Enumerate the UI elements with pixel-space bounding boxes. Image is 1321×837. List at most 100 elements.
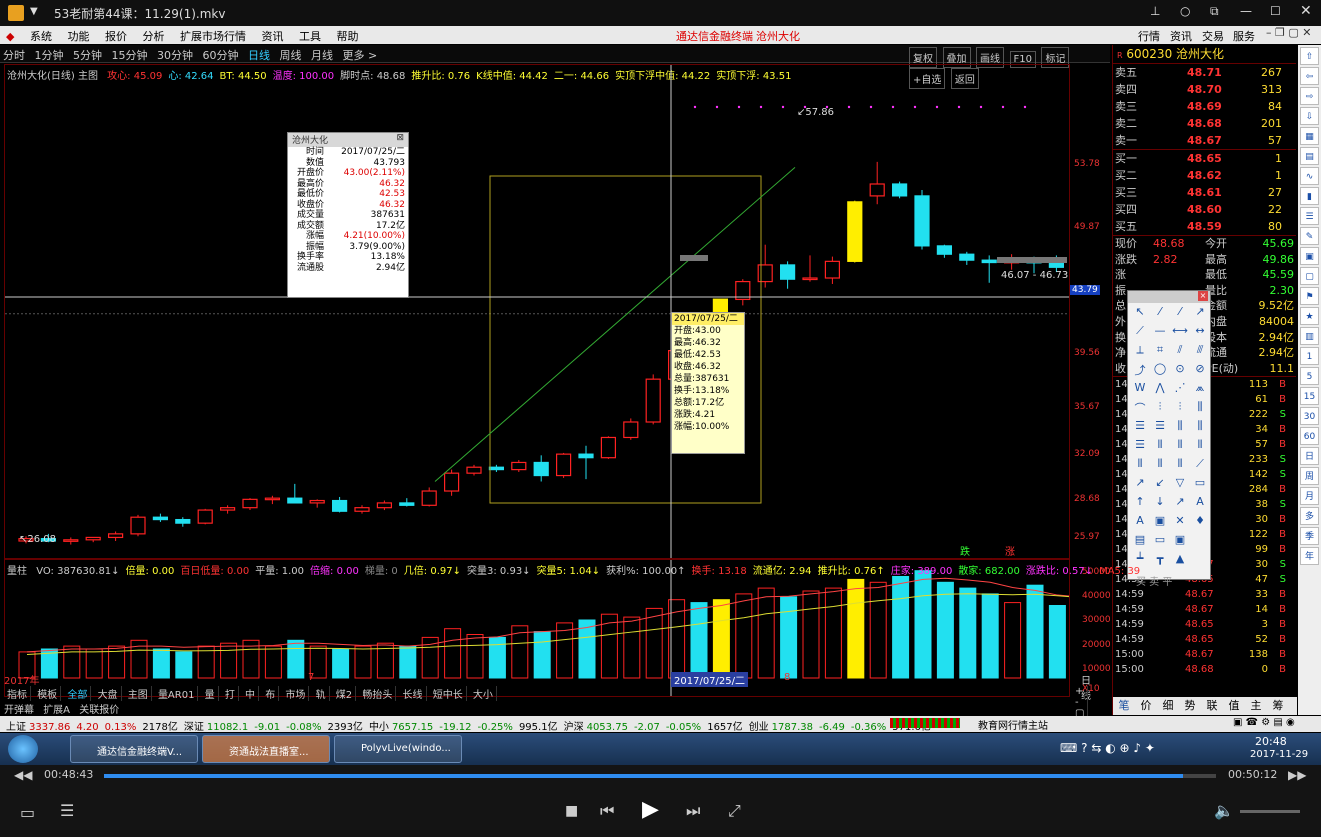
- close-icon[interactable]: ⊠: [396, 133, 404, 143]
- drawing-tool-icon[interactable]: ▣: [1150, 514, 1170, 533]
- arrow-left-icon[interactable]: ⇦: [1300, 67, 1319, 85]
- drawing-tool-icon[interactable]: ⦀: [1170, 438, 1190, 457]
- volume-bar[interactable]: [623, 616, 641, 679]
- tab-volar[interactable]: 量AR01: [155, 686, 199, 701]
- volume-bar[interactable]: [645, 607, 663, 679]
- arrow-right-icon[interactable]: ⇨: [1300, 87, 1319, 105]
- bar-icon[interactable]: ▮: [1300, 187, 1319, 205]
- tab-market[interactable]: 大盘: [95, 686, 122, 701]
- drawing-tool-icon[interactable]: ♦: [1190, 514, 1210, 533]
- drawing-tool-icon[interactable]: ⤴: [1130, 362, 1150, 381]
- tab-service[interactable]: 服务: [1233, 28, 1255, 44]
- candle[interactable]: [914, 189, 930, 250]
- tab-daxiao[interactable]: 大小: [470, 686, 497, 701]
- menu-item[interactable]: 系统: [24, 26, 58, 46]
- menu-item[interactable]: 扩展市场行情: [174, 26, 252, 46]
- drawing-tool-icon[interactable]: ⫽: [1170, 343, 1190, 362]
- drawing-tool-icon[interactable]: ▭: [1150, 533, 1170, 552]
- tab-shi[interactable]: 势: [1179, 697, 1201, 713]
- drawing-tool-icon[interactable]: [1190, 533, 1210, 552]
- candle[interactable]: [376, 500, 392, 511]
- period-30-button[interactable]: 30: [1300, 407, 1319, 425]
- menu-item[interactable]: 报价: [99, 26, 133, 46]
- order-book-row[interactable]: 卖四 48.70 313: [1113, 81, 1296, 98]
- candle[interactable]: [152, 513, 168, 522]
- volume-bar[interactable]: [959, 587, 977, 679]
- drawing-tool-icon[interactable]: ▤: [1130, 533, 1150, 552]
- candle[interactable]: [197, 508, 213, 525]
- period-60min[interactable]: 60分钟: [200, 45, 242, 65]
- candle[interactable]: [130, 514, 146, 537]
- period-30min[interactable]: 30分钟: [154, 45, 196, 65]
- drawing-tool-icon[interactable]: A: [1130, 514, 1150, 533]
- candle[interactable]: [757, 244, 773, 288]
- forward-icon[interactable]: ▶▶: [1288, 768, 1306, 782]
- tab-zhong[interactable]: 中: [242, 686, 260, 701]
- period-week-button[interactable]: 周: [1300, 467, 1319, 485]
- candle[interactable]: [533, 455, 549, 482]
- volume-bar[interactable]: [892, 576, 910, 679]
- period-month-button[interactable]: 月: [1300, 487, 1319, 505]
- tab-template[interactable]: 模板: [34, 686, 62, 701]
- window-controls[interactable]: – ❐ ▢ ✕: [1266, 26, 1311, 39]
- order-book-row[interactable]: 卖五 48.71 267: [1113, 64, 1296, 81]
- arrow-down-icon[interactable]: ⇩: [1300, 107, 1319, 125]
- pin-icon[interactable]: ⊥: [1150, 4, 1160, 18]
- drawing-tool-icon[interactable]: ⫶: [1150, 400, 1170, 419]
- volume-bar[interactable]: [981, 593, 999, 679]
- drawing-tool-icon[interactable]: ✕: [1170, 514, 1190, 533]
- tab-da[interactable]: 打: [222, 686, 239, 701]
- drawing-toolbox[interactable]: × ↖ ⁄ ⁄ ↗ ⟋ — ⟷ ↔ ⟂ ⌗ ⫽ ⫻ ⤴ ◯ ⊙ ⊘ W ⋀ ⋰ ⩕ ⌒ ⫶ ⫶ ⫼ ☰ ☰ ⫼ ⫼ ☰ ⦀ ⦀ ⦀ ⦀ ⦀ ⦀ ⟋ ↗ ↙…: [1127, 290, 1211, 588]
- tray-icons[interactable]: ⌨ ? ⇆ ◐ ⊕ ♪ ✦: [1060, 741, 1155, 755]
- info-window-header[interactable]: 沧州大化 ⊠: [288, 133, 408, 147]
- close-icon[interactable]: ✕: [1300, 3, 1312, 19]
- tab-xi[interactable]: 细: [1157, 697, 1179, 713]
- arrow-up-icon[interactable]: ⇧: [1300, 47, 1319, 65]
- bar-info-window[interactable]: 沧州大化 ⊠ 时间 2017/07/25/二 数值 43.793 开盘价 43.00(2.…: [287, 132, 409, 298]
- volume-bar[interactable]: [1004, 602, 1022, 679]
- tab-bu[interactable]: 布: [262, 686, 280, 701]
- candle[interactable]: [264, 495, 280, 505]
- playlist-icon[interactable]: ▭: [20, 803, 35, 822]
- drawing-tool-icon[interactable]: ⫻: [1190, 343, 1210, 362]
- candle[interactable]: [242, 498, 258, 511]
- drawing-tool-icon[interactable]: W: [1130, 381, 1150, 400]
- drawing-tool-icon[interactable]: ↓: [1150, 495, 1170, 514]
- candle[interactable]: [891, 181, 908, 199]
- candle[interactable]: [220, 505, 236, 514]
- period-15min[interactable]: 15分钟: [109, 45, 151, 65]
- candle[interactable]: [779, 261, 796, 289]
- drawing-tool-icon[interactable]: ⟂: [1130, 343, 1150, 362]
- tab-chou[interactable]: 筹: [1267, 697, 1289, 713]
- tab-indicator[interactable]: 指标: [4, 686, 31, 701]
- candle[interactable]: [847, 200, 863, 263]
- menu-dropdown-icon[interactable]: ▼: [30, 6, 38, 17]
- tool-icon[interactable]: ✎: [1300, 227, 1319, 245]
- drawing-tool-icon[interactable]: ↖: [1130, 305, 1150, 324]
- order-book-row[interactable]: 卖二 48.68 201: [1113, 115, 1296, 132]
- order-book-row[interactable]: 买二 48.62 1: [1113, 167, 1296, 184]
- drawing-tool-icon[interactable]: ⫼: [1170, 419, 1190, 438]
- period-intraday[interactable]: 分时: [0, 45, 28, 65]
- tab-zhi[interactable]: 值: [1223, 697, 1245, 713]
- taskbar-app[interactable]: PolyvLive(windo...: [334, 735, 462, 763]
- candle[interactable]: [869, 161, 885, 205]
- period-day-button[interactable]: 日: [1300, 447, 1319, 465]
- tab-news[interactable]: 资讯: [1170, 28, 1192, 44]
- tab-trade[interactable]: 交易: [1202, 28, 1224, 44]
- period-weekly[interactable]: 周线: [277, 45, 305, 65]
- drawing-tool-icon[interactable]: ⋰: [1170, 381, 1190, 400]
- drawing-tool-icon[interactable]: ☰: [1150, 419, 1170, 438]
- drawing-tool-icon[interactable]: ⊘: [1190, 362, 1210, 381]
- order-book-row[interactable]: 买三 48.61 27: [1113, 184, 1296, 201]
- tab-related-quote[interactable]: 关联报价: [79, 705, 119, 716]
- drawing-tool-icon[interactable]: ↙: [1150, 476, 1170, 495]
- drawing-tool-icon[interactable]: ☰: [1130, 419, 1150, 438]
- close-icon[interactable]: ×: [1198, 291, 1208, 301]
- maximize-icon[interactable]: ☐: [1270, 4, 1281, 18]
- candle[interactable]: [175, 517, 191, 527]
- drawing-tool-icon[interactable]: —: [1150, 324, 1170, 343]
- drawing-tool-icon[interactable]: ⟋: [1190, 457, 1210, 476]
- drawing-tool-icon[interactable]: ⦀: [1170, 457, 1190, 476]
- volume-bar[interactable]: [735, 593, 753, 679]
